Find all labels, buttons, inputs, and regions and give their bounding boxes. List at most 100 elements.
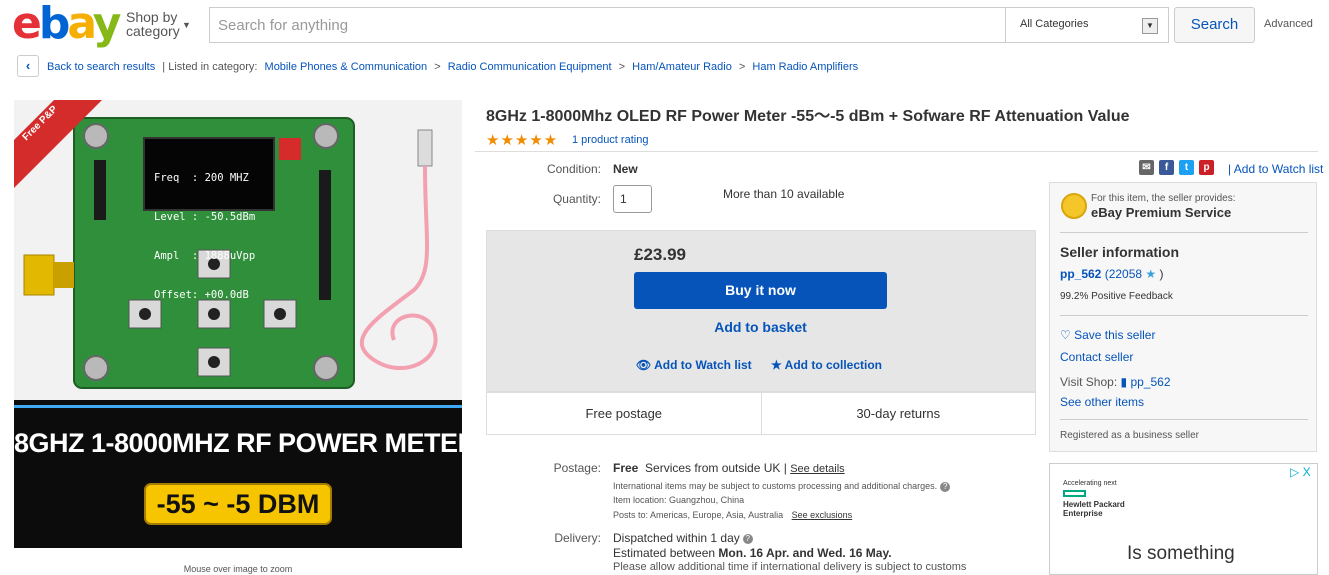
feedback-score-link[interactable]: (22058	[1105, 267, 1142, 281]
divider	[1060, 232, 1308, 233]
visit-shop-row: Visit Shop: ▮ pp_562	[1060, 375, 1171, 389]
premium-service-badge-icon	[1061, 193, 1087, 219]
category-select[interactable]: All Categories ▼	[1005, 7, 1169, 43]
breadcrumb-item-mobile-phones[interactable]: Mobile Phones & Communication	[265, 61, 428, 73]
delivery-note: Please allow additional time if internat…	[613, 561, 967, 573]
product-main-image[interactable]: Free P&P Freq : 200 MHZ Level : -50.5dBm…	[14, 100, 462, 548]
visit-shop-label: Visit Shop:	[1060, 375, 1118, 389]
positive-feedback: 99.2% Positive Feedback	[1060, 291, 1173, 302]
see-exclusions-link[interactable]: See exclusions	[792, 510, 853, 520]
banner-text: 8GHZ 1-8000MHZ RF POWER METER	[14, 428, 462, 458]
logo-letter-e: e	[12, 0, 42, 49]
star-icon: ★	[771, 358, 782, 372]
eye-icon: 👁	[636, 358, 652, 372]
contact-seller-link[interactable]: Contact seller	[1060, 350, 1133, 364]
seller-panel	[1049, 182, 1317, 452]
condition-label: Condition:	[546, 162, 601, 176]
pinterest-icon[interactable]: p	[1199, 160, 1214, 175]
postage-services: Services from outside UK |	[645, 461, 787, 475]
range-badge: -55 ~ -5 DBM	[144, 483, 332, 525]
registered-business-text: Registered as a business seller	[1060, 430, 1199, 441]
page-title: 8GHz 1-8000Mhz OLED RF Power Meter -55～-…	[486, 108, 1130, 125]
logo-letter-y: y	[92, 0, 122, 49]
advanced-search-link[interactable]: Advanced	[1264, 18, 1313, 30]
ad-brand-line2: Enterprise	[1063, 509, 1103, 518]
postage-label: Postage:	[553, 461, 601, 475]
ad-brand: Hewlett Packard Enterprise	[1063, 500, 1125, 518]
dispatch-text: Dispatched within 1 day	[613, 531, 740, 545]
chevron-down-icon: ▼	[1142, 18, 1158, 34]
zoom-hint: Mouse over image to zoom	[183, 564, 293, 574]
condition-value: New	[613, 162, 638, 176]
posts-to: Posts to: Americas, Europe, Asia, Austra…	[613, 510, 852, 520]
heart-icon: ♡	[1060, 328, 1071, 342]
back-to-search-link[interactable]: Back to search results	[47, 61, 155, 73]
ad-headline: Is something	[1127, 543, 1235, 564]
shop-by-category-button[interactable]: Shop by category ▼	[126, 9, 191, 38]
seller-name-link[interactable]: pp_562	[1060, 267, 1101, 281]
add-to-watch-list-button[interactable]: 👁 Add to Watch list	[636, 358, 752, 372]
email-icon[interactable]: ✉	[1139, 160, 1154, 175]
breadcrumb-item-radio-equipment[interactable]: Radio Communication Equipment	[448, 61, 612, 73]
add-to-collection-label: Add to collection	[784, 358, 882, 372]
breadcrumb-separator: >	[434, 61, 441, 73]
shop-link[interactable]: pp_562	[1130, 375, 1170, 389]
star-rating-icon: ★★★★★	[486, 132, 559, 149]
add-to-basket-button[interactable]: Add to basket	[634, 319, 887, 335]
see-details-link[interactable]: See details	[790, 463, 844, 475]
buy-box	[486, 230, 1036, 392]
product-rating-link[interactable]: 1 product rating	[572, 134, 648, 146]
breadcrumb-separator: >	[738, 61, 746, 73]
category-select-value: All Categories	[1020, 18, 1089, 30]
logo-letter-b: b	[38, 0, 70, 49]
breadcrumb-item-ham-amplifiers[interactable]: Ham Radio Amplifiers	[752, 61, 858, 73]
premium-service-title: eBay Premium Service	[1091, 205, 1232, 220]
breadcrumb: Back to search results | Listed in categ…	[47, 61, 858, 73]
ebay-logo[interactable]: ebay	[12, 0, 122, 49]
posts-to-text: Posts to: Americas, Europe, Asia, Austra…	[613, 510, 784, 520]
back-arrow-icon[interactable]: ‹	[17, 55, 39, 77]
listed-in-label: | Listed in category:	[162, 61, 258, 73]
add-to-collection-button[interactable]: ★ Add to collection	[771, 358, 882, 372]
estimated-prefix: Estimated between	[613, 546, 716, 560]
caret-down-icon: ▼	[182, 20, 191, 30]
ad-choices-close-icon[interactable]: ▷ X	[1290, 465, 1311, 479]
seller-info-title: Seller information	[1060, 244, 1180, 260]
returns-label: 30-day returns	[856, 406, 941, 421]
dispatch-time: Dispatched within 1 day?	[613, 531, 753, 545]
buy-it-now-button[interactable]: Buy it now	[634, 272, 887, 309]
screen-line: Freq : 200 MHZ	[154, 172, 249, 184]
delivery-label: Delivery:	[554, 531, 601, 545]
search-button[interactable]: Search	[1174, 7, 1255, 43]
shooting-star-icon: ★	[1145, 267, 1157, 281]
logo-letter-a: a	[67, 0, 95, 49]
feedback-score-close: )	[1159, 267, 1164, 281]
screen-line: Ampl : 1888uVpp	[154, 250, 256, 262]
help-icon[interactable]: ?	[940, 481, 951, 492]
breadcrumb-item-ham-radio[interactable]: Ham/Amateur Radio	[632, 61, 732, 73]
search-box[interactable]	[209, 7, 1006, 43]
add-to-watch-list-link[interactable]: | Add to Watch list	[1228, 162, 1323, 176]
availability-text: More than 10 available	[723, 187, 845, 201]
help-icon[interactable]: ?	[742, 533, 753, 544]
twitter-icon[interactable]: t	[1179, 160, 1194, 175]
oled-screen-text: Freq : 200 MHZ Level : -50.5dBm Ampl : 1…	[154, 146, 255, 328]
seller-name-row: pp_562 (22058 ★ )	[1060, 267, 1164, 281]
facebook-icon[interactable]: f	[1159, 160, 1174, 175]
shop-icon: ▮	[1120, 375, 1128, 389]
divider	[1060, 419, 1308, 420]
see-other-items-link[interactable]: See other items	[1060, 395, 1144, 409]
item-location: Item location: Guangzhou, China	[613, 495, 745, 505]
postage-free: Free	[613, 461, 639, 475]
estimated-dates: Mon. 16 Apr. and Wed. 16 May.	[718, 546, 892, 560]
save-seller-link[interactable]: ♡ Save this seller	[1060, 328, 1155, 342]
add-to-watch-list-label: Add to Watch list	[654, 358, 752, 372]
shop-by-label: Shop by	[126, 9, 178, 25]
search-input[interactable]	[210, 8, 1006, 42]
breadcrumb-separator: >	[618, 61, 626, 73]
customs-note: International items may be subject to cu…	[613, 481, 951, 492]
shipping-summary: Free postage 30-day returns	[486, 392, 1036, 435]
share-icons: ✉ f t p	[1139, 160, 1214, 175]
postage-value: Free Services from outside UK | See deta…	[613, 461, 845, 475]
quantity-input[interactable]: 1	[613, 185, 652, 213]
